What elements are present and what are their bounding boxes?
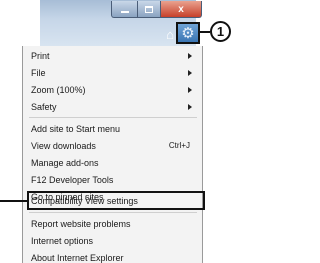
- minimize-icon: [120, 11, 129, 13]
- menu-item-label: Add site to Start menu: [31, 124, 121, 134]
- menu-item-label: Internet options: [31, 236, 94, 246]
- menu-item-report-problems[interactable]: Report website problems: [23, 216, 202, 232]
- menu-item-view-downloads[interactable]: View downloads Ctrl+J: [23, 138, 202, 154]
- callout-pointer-line: [0, 200, 27, 202]
- menu-item-safety[interactable]: Safety: [23, 99, 202, 115]
- menu-item-label: Manage add-ons: [31, 158, 99, 168]
- menu-item-label: Safety: [31, 102, 57, 112]
- menu-item-label: File: [31, 68, 46, 78]
- menu-separator: [29, 212, 197, 213]
- menu-item-label: Zoom (100%): [31, 85, 86, 95]
- close-icon: x: [178, 3, 184, 15]
- menu-item-internet-options[interactable]: Internet options: [23, 233, 202, 249]
- submenu-arrow-icon: [188, 53, 192, 59]
- submenu-arrow-icon: [188, 70, 192, 76]
- tools-menu: Print File Zoom (100%) Safety Add site t…: [22, 46, 203, 263]
- menu-separator: [29, 117, 197, 118]
- menu-item-label: About Internet Explorer: [31, 253, 124, 263]
- menu-item-shortcut: Ctrl+J: [168, 141, 190, 150]
- tools-button[interactable]: ⚙: [176, 22, 200, 44]
- menu-item-label: Report website problems: [31, 219, 131, 229]
- close-button[interactable]: x: [160, 1, 202, 18]
- maximize-icon: [145, 5, 153, 13]
- minimize-button[interactable]: [111, 1, 138, 18]
- menu-item-label: Print: [31, 51, 50, 61]
- menu-item-file[interactable]: File: [23, 65, 202, 81]
- menu-item-add-site[interactable]: Add site to Start menu: [23, 121, 202, 137]
- submenu-arrow-icon: [188, 104, 192, 110]
- menu-item-label: F12 Developer Tools: [31, 175, 114, 185]
- step-callout: 1: [210, 21, 231, 42]
- highlight-box: [27, 191, 205, 210]
- menu-item-manage-addons[interactable]: Manage add-ons: [23, 155, 202, 171]
- callout-line: [200, 31, 210, 33]
- menu-item-print[interactable]: Print: [23, 48, 202, 64]
- menu-item-zoom[interactable]: Zoom (100%): [23, 82, 202, 98]
- menu-item-f12-tools[interactable]: F12 Developer Tools: [23, 172, 202, 188]
- menu-item-label: View downloads: [31, 141, 96, 151]
- submenu-arrow-icon: [188, 87, 192, 93]
- maximize-button[interactable]: [137, 1, 161, 18]
- menu-item-about[interactable]: About Internet Explorer: [23, 250, 202, 263]
- gear-icon: ⚙: [181, 24, 195, 42]
